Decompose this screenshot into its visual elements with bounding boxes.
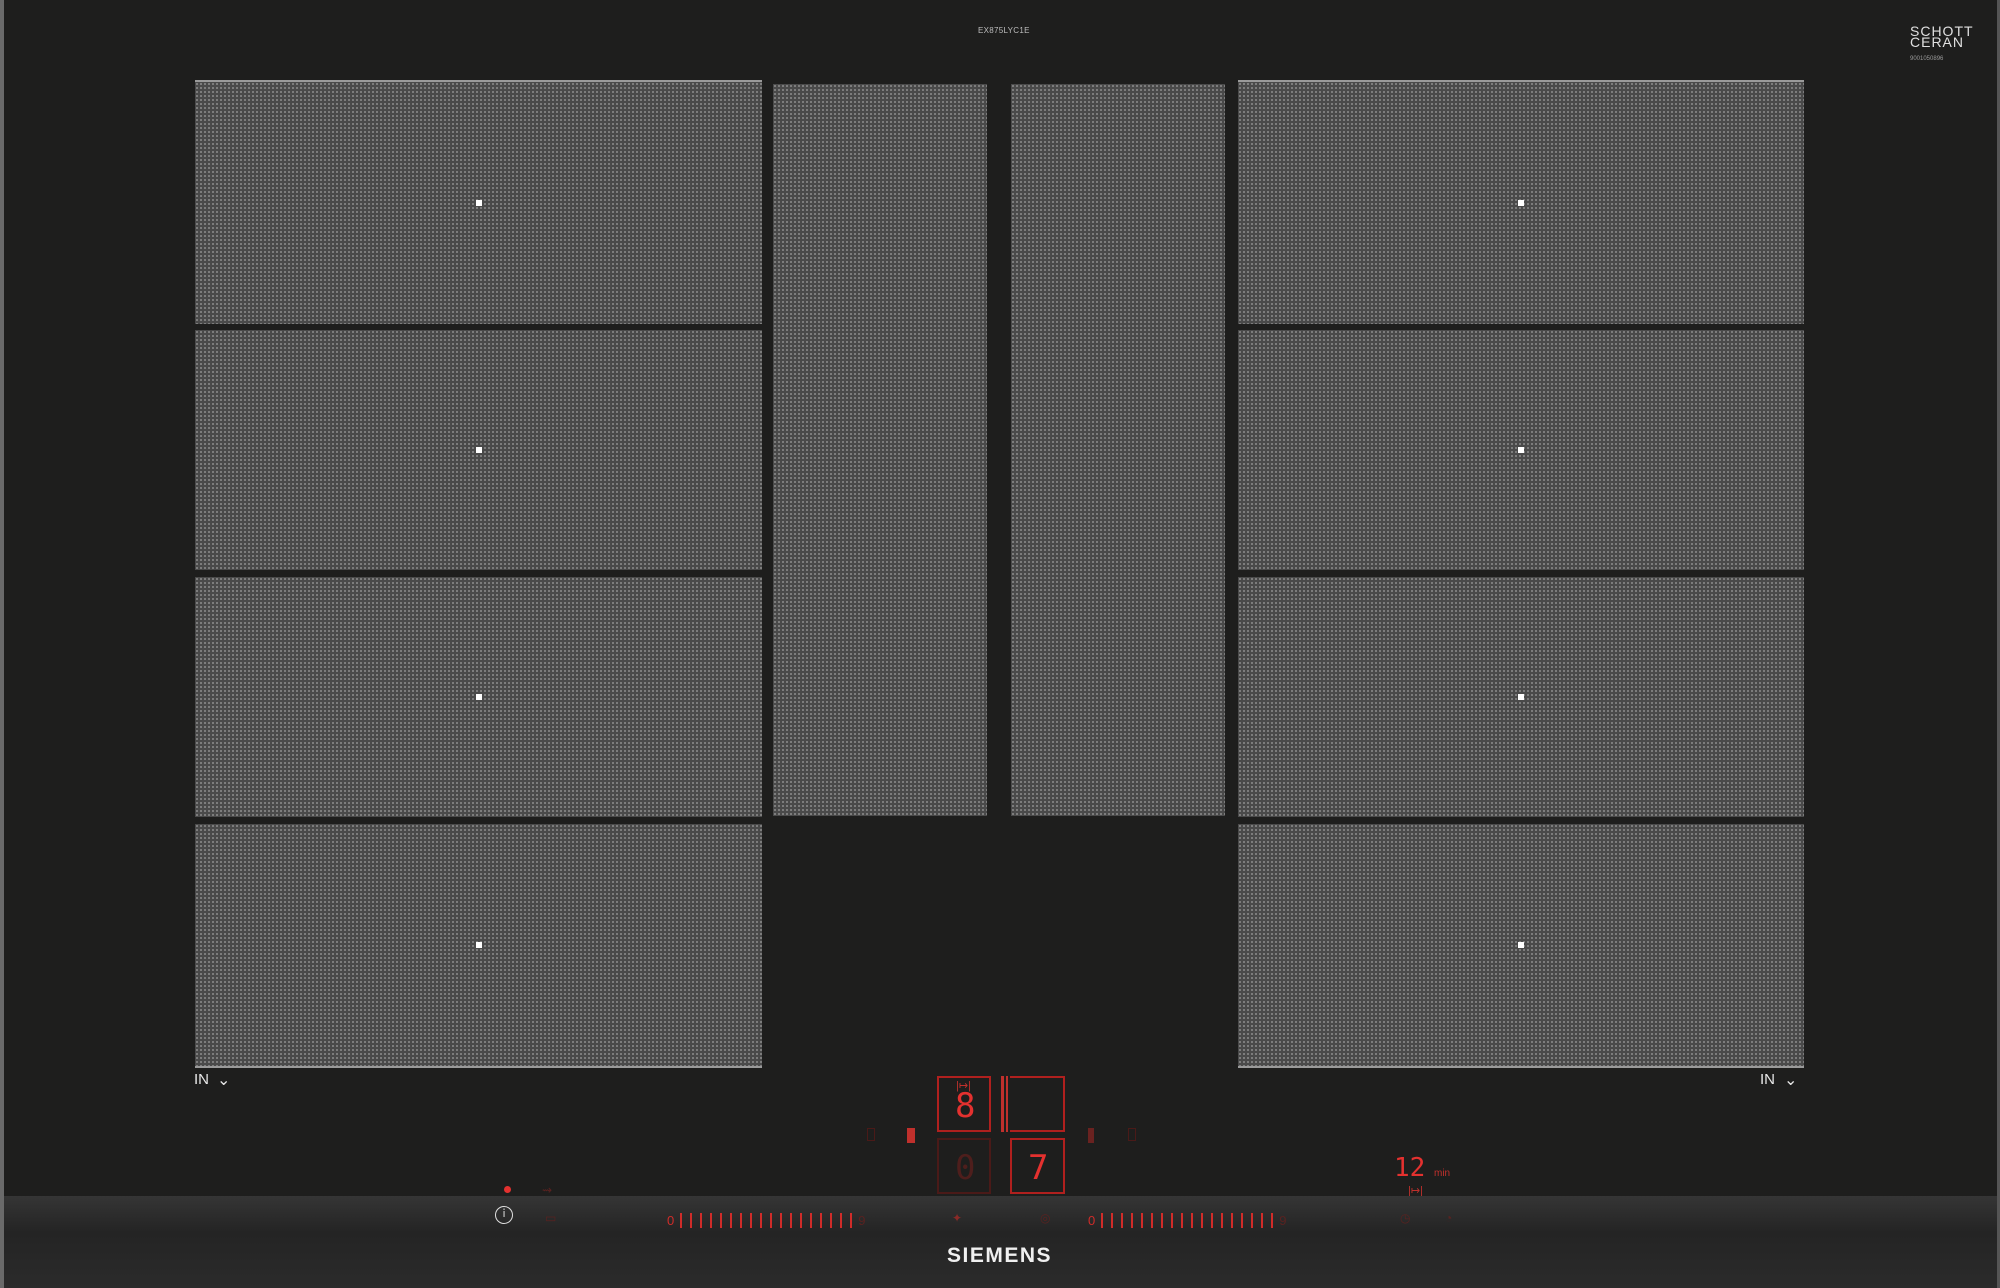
cooking-zone-left-1[interactable] [195,80,762,324]
indicator-right-outline [1128,1128,1136,1141]
cooking-zone-left-2[interactable] [195,330,762,570]
cooking-zone-center-left[interactable] [773,84,987,816]
glass-code: 9001050896 [1910,56,1944,62]
cooking-zone-right-1[interactable] [1238,80,1804,324]
display-divider [1006,1076,1008,1132]
indicator-right-active [1088,1128,1094,1143]
select-zone-icon[interactable]: ✦ [952,1211,962,1225]
pan-detection-icon: ⌄ [217,1072,231,1089]
cooking-zone-left-3[interactable] [195,577,762,817]
display-bottom-left[interactable]: 0 [937,1138,991,1194]
timer-unit: min [1434,1168,1451,1179]
control-strip [4,1196,1997,1288]
display-top-left[interactable]: 8 [937,1076,991,1132]
display-bottom-right[interactable]: 7 [1010,1138,1065,1194]
cooking-zone-center-right[interactable] [1011,84,1225,816]
zone-center-mark [475,942,482,948]
timer-display: 12 [1394,1153,1426,1183]
glass-brand-logo: SCHOTT CERAN 9001050896 [1910,24,1974,65]
display-top-right[interactable] [1010,1076,1065,1132]
model-number: EX875LYC1E [978,26,1030,35]
power-slider-right[interactable]: 0 9 [1088,1212,1286,1228]
power-indicator-dot [504,1186,511,1193]
wipe-protection-icon: ⇝ [542,1183,553,1197]
zone-center-mark [1518,942,1524,948]
display-digit: 8 [955,1086,976,1126]
slider-end-label: 9 [1279,1212,1287,1228]
power-button[interactable]: ⅰ [495,1206,513,1224]
display-digit: 7 [1028,1148,1049,1188]
stopwatch-button-icon[interactable]: ◔ [1445,1211,1452,1225]
timer-button-icon[interactable]: ◷ [1400,1211,1410,1225]
slider-end-label: 9 [858,1212,866,1228]
brand-logo: SIEMENS [947,1244,1053,1267]
cooking-zone-right-4[interactable] [1238,824,1804,1068]
display-digit: 0 [955,1148,976,1188]
power-move-icon[interactable]: ◎ [1040,1211,1050,1225]
zone-center-mark [475,694,482,700]
induction-label-right: IN [1760,1071,1775,1088]
indicator-left-active [907,1128,915,1143]
lock-icon[interactable]: ▭ [545,1211,556,1225]
induction-label-left: IN [194,1071,209,1088]
cooking-zone-left-4[interactable] [195,824,762,1068]
slider-start-label: 0 [1088,1212,1096,1228]
induction-hob: EX875LYC1E SCHOTT CERAN 9001050896 IN ⌄ … [0,0,2000,1288]
zone-center-mark [1518,200,1524,206]
zone-center-mark [475,447,482,453]
zone-center-mark [1518,694,1524,700]
glass-brand-line2: CERAN [1910,34,1965,50]
slider-start-label: 0 [667,1212,675,1228]
pan-detection-icon: ⌄ [1784,1072,1798,1089]
zone-center-mark [1518,447,1524,453]
display-divider [1001,1076,1004,1132]
power-slider-left[interactable]: 0 9 [667,1212,865,1228]
cooking-zone-right-3[interactable] [1238,577,1804,817]
zone-center-mark [475,200,482,206]
indicator-left-outline [867,1128,875,1141]
cooking-zone-right-2[interactable] [1238,330,1804,570]
